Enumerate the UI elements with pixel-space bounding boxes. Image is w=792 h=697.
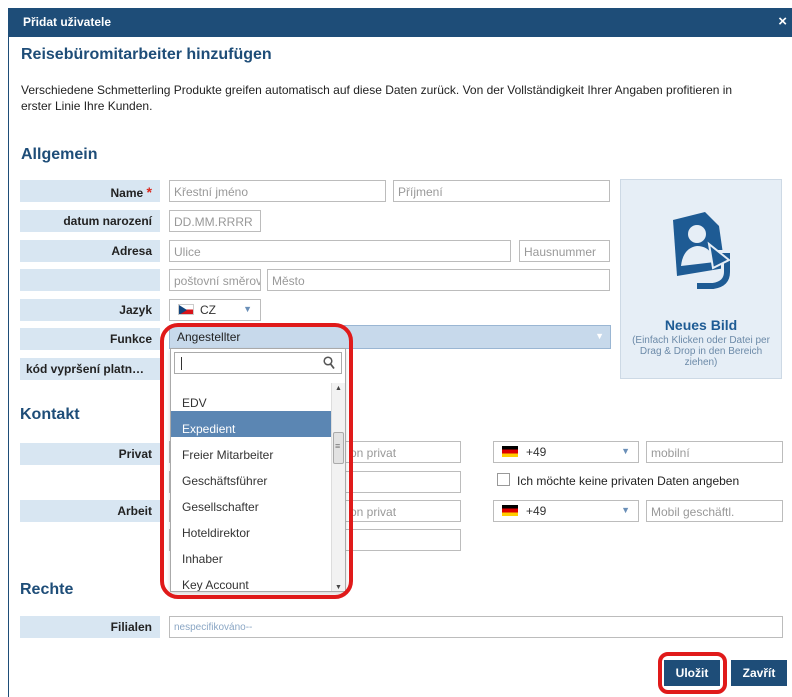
german-flag-icon [502,505,518,516]
birthdate-label: datum narození [20,210,160,232]
dialog-titlebar: Přidat uživatele × [9,8,792,37]
close-button[interactable]: Zavřít [731,660,787,686]
required-mark: * [146,184,152,200]
firstname-input[interactable]: Křestní jméno [169,180,386,202]
name-label: Name * [20,180,160,202]
language-select[interactable]: CZ ▼ [169,299,261,321]
no-private-data-label: Ich möchte keine privaten Daten angeben [517,474,740,488]
housenumber-input[interactable]: Hausnummer [519,240,610,262]
private-prefix-value: +49 [526,445,547,459]
work-label: Arbeit [20,500,160,522]
section-rights-heading: Rechte [20,581,74,598]
private-prefix-select[interactable]: +49 ▼ [493,441,639,463]
work-prefix-select[interactable]: +49 ▼ [493,500,639,522]
czech-flag-icon [178,304,194,315]
chevron-down-icon: ▼ [621,505,630,515]
no-private-data-checkbox[interactable] [497,473,510,486]
birthdate-input[interactable]: DD.MM.RRRR [169,210,261,232]
intro-line-2: erster Linie Ihre Kunden. [21,99,153,113]
page-title: Reisebüromitarbeiter hinzufügen [21,46,272,63]
photo-hint: (Einfach Klicken oder Datei per Drag & D… [632,335,770,368]
photo-title: Neues Bild [664,317,738,333]
private-label: Privat [20,443,160,465]
intro-line-1: Verschiedene Schmetterling Produkte grei… [21,83,733,97]
close-icon[interactable]: × [778,13,787,31]
chevron-down-icon: ▼ [595,331,604,341]
city-input[interactable]: Město [267,269,610,291]
work-prefix-value: +49 [526,504,547,518]
dialog-title: Přidat uživatele [23,15,112,29]
language-value: CZ [200,303,216,317]
user-upload-icon [673,212,733,292]
branches-input[interactable]: nespecifikováno-- [169,616,783,638]
annotation-highlight-save [658,652,727,694]
postcode-input[interactable]: poštovní směrová [169,269,261,291]
section-general-heading: Allgemein [21,146,98,163]
address-label-spacer [20,269,160,291]
intro-text: Verschiedene Schmetterling Produkte grei… [21,82,791,114]
annotation-highlight-dropdown [160,323,353,599]
function-label: Funkce [20,328,160,350]
name-label-text: Name [110,186,144,200]
photo-upload-area[interactable]: Neues Bild (Einfach Klicken oder Datei p… [620,179,782,379]
language-label: Jazyk [20,299,160,321]
chevron-down-icon: ▼ [243,304,252,314]
chevron-down-icon: ▼ [621,446,630,456]
street-input[interactable]: Ulice [169,240,511,262]
expiry-code-label: kód vypršení platn… [20,358,160,380]
lastname-input[interactable]: Příjmení [393,180,610,202]
private-mobile-input[interactable]: mobilní [646,441,783,463]
work-mobile-input[interactable]: Mobil geschäftl. [646,500,783,522]
section-contact-heading: Kontakt [20,406,80,423]
address-label: Adresa [20,240,160,262]
branches-label: Filialen [20,616,160,638]
german-flag-icon [502,446,518,457]
